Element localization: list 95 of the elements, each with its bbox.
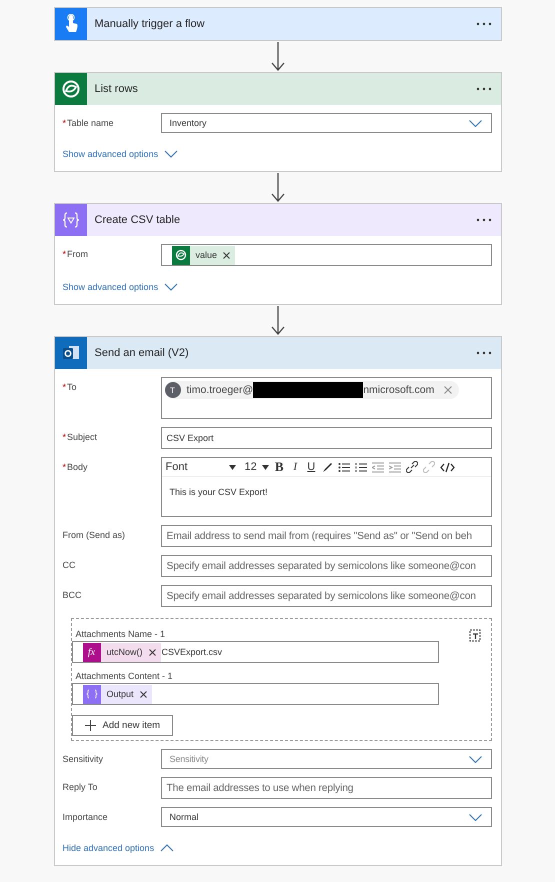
remove-icon[interactable] — [223, 252, 230, 258]
bullet-list-icon[interactable] — [338, 462, 350, 472]
numbered-list-icon[interactable] — [354, 462, 367, 472]
card-header[interactable]: Create CSV table — [54, 204, 500, 236]
input-field[interactable]: CSV Export — [160, 427, 492, 449]
field-label: Table name — [67, 118, 114, 128]
format-button[interactable]: B — [274, 459, 285, 475]
dropdown-field[interactable]: Inventory — [160, 113, 492, 133]
required-marker: * — [62, 382, 66, 392]
more-icon[interactable] — [476, 351, 492, 355]
token-chip[interactable]: Output — [82, 684, 152, 704]
dropdown-field[interactable]: Sensitivity — [160, 749, 492, 769]
outdent-icon[interactable] — [372, 462, 384, 472]
field-value: CSV Export — [166, 433, 214, 443]
input-field[interactable]: fx utcNow() CSVExport.csv — [72, 641, 438, 663]
field-label: Reply To — [62, 782, 98, 792]
avatar-initial: T — [164, 382, 180, 398]
more-icon[interactable] — [476, 22, 492, 26]
card-header[interactable]: Manually trigger a flow — [54, 8, 500, 40]
swirl-icon — [172, 246, 190, 264]
step-title: Create CSV table — [94, 214, 182, 226]
step-title: Manually trigger a flow — [94, 18, 206, 30]
placeholder-text: Specify email addresses separated by semicolons like someone@con — [166, 590, 476, 602]
token-chip[interactable]: fx utcNow() — [82, 642, 161, 662]
braces-icon — [82, 684, 100, 704]
field-label: BCC — [62, 590, 82, 600]
arrow-connector — [270, 173, 284, 203]
field-label: From — [67, 249, 88, 259]
remove-icon[interactable] — [140, 690, 147, 698]
recipient-field[interactable]: T timo.troeger@ nmicrosoft.com — [160, 377, 492, 419]
required-marker: * — [62, 249, 66, 259]
token-label: utcNow() — [106, 647, 143, 657]
token-chip[interactable]: value — [172, 246, 236, 264]
advanced-options-link[interactable]: Show advanced options — [62, 282, 178, 292]
caret-icon[interactable] — [228, 464, 236, 470]
dropdown-field[interactable]: Normal — [160, 807, 492, 827]
field-label: To — [67, 382, 77, 392]
pen-icon[interactable] — [322, 462, 333, 472]
field-label: CC — [62, 560, 76, 570]
token-label: value — [196, 250, 218, 260]
field-value: Inventory — [170, 118, 207, 128]
caret-icon[interactable] — [262, 464, 269, 470]
email-text: nmicrosoft.com — [363, 384, 434, 396]
field-label: From (Send as) — [62, 530, 126, 540]
rich-text-editor[interactable]: Font 12 B I U This is your CSV Export! — [160, 457, 492, 517]
required-marker: * — [62, 432, 66, 442]
placeholder-text: Specify email addresses separated by semicolons like someone@con — [166, 560, 476, 572]
input-field[interactable]: Email address to send mail from (requires "Send as" or "Send on beh — [160, 525, 492, 547]
arrow-connector — [270, 306, 284, 336]
input-field[interactable]: Output — [72, 683, 438, 705]
placeholder-text: The email addresses to use when replying — [166, 782, 354, 794]
delete-icon[interactable] — [468, 629, 482, 642]
field-value: Normal — [170, 812, 199, 822]
font-dropdown[interactable]: Font — [166, 461, 224, 473]
input-field[interactable]: Specify email addresses separated by semicolons like someone@con — [160, 555, 492, 577]
chevron-down-icon — [468, 756, 482, 762]
input-field[interactable]: value — [160, 244, 492, 266]
input-field[interactable]: Specify email addresses separated by semicolons like someone@con — [160, 585, 492, 607]
plus-icon — [84, 720, 96, 731]
format-button[interactable]: I — [290, 461, 301, 473]
arrow-connector — [270, 42, 284, 72]
email-text: timo.troeger@ — [186, 384, 254, 396]
link-icon[interactable] — [406, 461, 418, 473]
step-title: List rows — [94, 83, 139, 95]
indent-icon[interactable] — [388, 462, 401, 472]
body-text: This is your CSV Export! — [168, 486, 269, 499]
code-icon[interactable] — [440, 462, 455, 472]
advanced-options-link[interactable]: Hide advanced options — [62, 843, 174, 853]
input-field[interactable]: The email addresses to use when replying — [160, 777, 492, 799]
field-label: Sensitivity — [62, 754, 104, 764]
chevron-down-icon — [468, 814, 482, 820]
field-label: Attachments Name - 1 — [74, 629, 166, 639]
required-marker: * — [62, 462, 66, 472]
field-label: Attachments Content - 1 — [74, 671, 173, 681]
card-header[interactable]: Send an email (V2) — [54, 337, 500, 369]
field-label: Subject — [67, 432, 98, 442]
more-icon[interactable] — [476, 218, 492, 222]
card-header[interactable]: List rows — [54, 73, 500, 105]
required-marker: * — [62, 118, 66, 128]
token-label: Output — [106, 689, 134, 699]
field-label: Importance — [62, 812, 108, 822]
step-title: Send an email (V2) — [94, 347, 190, 359]
field-label: Body — [67, 462, 88, 472]
field-value: CSVExport.csv — [162, 647, 222, 657]
size-dropdown[interactable]: 12 — [244, 461, 257, 473]
recipient-chip[interactable]: T timo.troeger@ nmicrosoft.com — [164, 381, 460, 399]
add-item-button[interactable]: Add new item — [72, 715, 174, 736]
remove-icon[interactable] — [148, 648, 156, 656]
chevron-down-icon — [468, 120, 482, 126]
more-icon[interactable] — [476, 87, 492, 91]
format-button[interactable]: U — [306, 461, 317, 473]
placeholder-text: Email address to send mail from (requires "Send as" or "Send on beh — [166, 530, 472, 542]
advanced-options-link[interactable]: Show advanced options — [62, 149, 178, 159]
placeholder-text: Sensitivity — [170, 754, 208, 764]
function-icon: fx — [82, 642, 100, 662]
